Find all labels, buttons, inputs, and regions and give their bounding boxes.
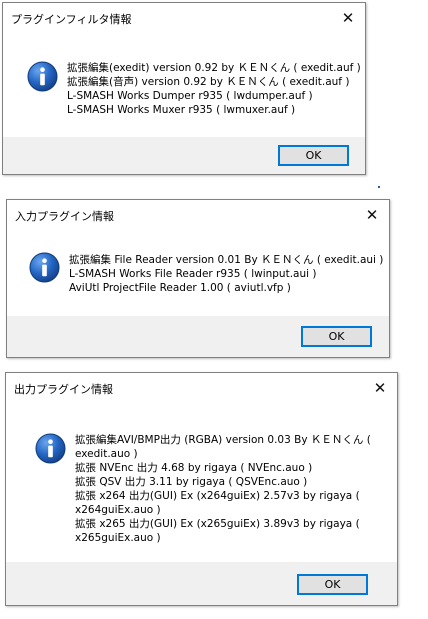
plugin-line: L-SMASH Works Dumper r935 ( lwdumper.auf… (67, 90, 313, 102)
plugin-line: 拡張 x265 出力(GUI) Ex (x265guiEx) 3.89v3 by… (75, 518, 360, 530)
input-plugin-info-dialog: 入力プラグイン情報 ✕ 拡張編集 File Reader version 0.0… (6, 199, 390, 358)
title-bar: 出力プラグイン情報 ✕ (6, 373, 397, 403)
plugin-line: 拡張編集(音声) version 0.92 by ＫＥＮくん ( exedit.… (67, 76, 350, 88)
filter-plugin-info-dialog: プラグインフィルタ情報 ✕ 拡張編集(exedit) version 0.92 … (2, 2, 366, 175)
dialog-title: プラグインフィルタ情報 (11, 13, 132, 26)
plugin-line: exedit.auo ) (75, 448, 138, 460)
dialog-body: 拡張編集AVI/BMP出力 (RGBA) version 0.03 By ＫＥＮ… (6, 403, 397, 562)
plugin-line: x264guiEx.auo ) (75, 504, 161, 516)
plugin-line: 拡張 QSV 出力 3.11 by rigaya ( QSVEnc.auo ) (75, 476, 308, 488)
close-icon[interactable]: ✕ (367, 376, 393, 400)
plugin-list: 拡張編集(exedit) version 0.92 by ＫＥＮくん ( exe… (67, 61, 361, 117)
ok-button[interactable]: OK (297, 574, 368, 595)
dialog-title: 出力プラグイン情報 (14, 383, 113, 396)
plugin-line: 拡張編集AVI/BMP出力 (RGBA) version 0.03 By ＫＥＮ… (75, 434, 371, 446)
title-bar: プラグインフィルタ情報 ✕ (3, 3, 365, 33)
dialog-footer: OK (7, 316, 389, 357)
dialog-body: 拡張編集 File Reader version 0.01 By ＫＥＮくん (… (7, 230, 389, 316)
plugin-list: 拡張編集 File Reader version 0.01 By ＫＥＮくん (… (69, 253, 383, 295)
plugin-list: 拡張編集AVI/BMP出力 (RGBA) version 0.03 By ＫＥＮ… (75, 433, 371, 545)
artifact-dot (378, 186, 380, 188)
plugin-line: 拡張 NVEnc 出力 4.68 by rigaya ( NVEnc.auo ) (75, 462, 313, 474)
dialog-footer: OK (3, 137, 365, 174)
plugin-line: x265guiEx.auo ) (75, 532, 161, 544)
dialog-title: 入力プラグイン情報 (15, 210, 114, 223)
plugin-line: 拡張編集 File Reader version 0.01 By ＫＥＮくん (… (69, 254, 384, 266)
dialog-body: 拡張編集(exedit) version 0.92 by ＫＥＮくん ( exe… (3, 33, 365, 137)
info-icon (35, 433, 66, 464)
plugin-line: 拡張 x264 出力(GUI) Ex (x264guiEx) 2.57v3 by… (75, 490, 360, 502)
info-icon (27, 61, 58, 92)
plugin-line: L-SMASH Works File Reader r935 ( lwinput… (69, 268, 317, 280)
close-icon[interactable]: ✕ (359, 203, 385, 227)
output-plugin-info-dialog: 出力プラグイン情報 ✕ 拡張編集AVI/BMP出力 (RGBA) version… (5, 372, 398, 606)
plugin-line: AviUtl ProjectFile Reader 1.00 ( aviutl.… (69, 282, 291, 294)
ok-button[interactable]: OK (301, 326, 372, 347)
dialog-footer: OK (6, 562, 397, 605)
ok-button[interactable]: OK (278, 145, 349, 166)
plugin-line: 拡張編集(exedit) version 0.92 by ＫＥＮくん ( exe… (67, 62, 361, 74)
close-icon[interactable]: ✕ (335, 6, 361, 30)
info-icon (29, 252, 60, 283)
plugin-line: L-SMASH Works Muxer r935 ( lwmuxer.auf ) (67, 104, 296, 116)
title-bar: 入力プラグイン情報 ✕ (7, 200, 389, 230)
